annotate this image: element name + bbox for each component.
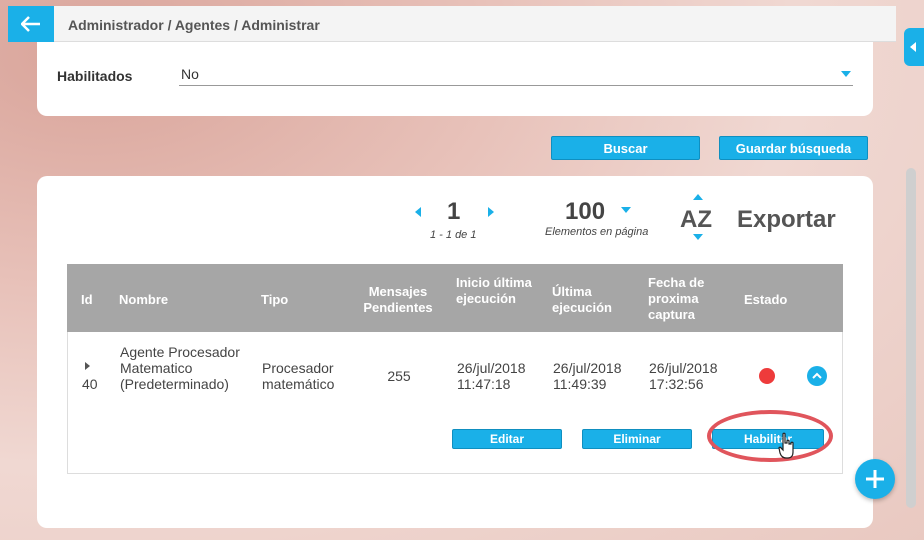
column-header-name[interactable]: Nombre xyxy=(119,292,168,308)
search-button[interactable]: Buscar xyxy=(551,136,700,160)
column-header-type[interactable]: Tipo xyxy=(261,292,288,308)
sort-desc-icon[interactable] xyxy=(693,234,703,240)
add-button[interactable] xyxy=(855,459,895,499)
status-indicator xyxy=(759,368,775,384)
scrollbar[interactable] xyxy=(906,168,916,508)
row-name: Agente Procesador Matematico (Predetermi… xyxy=(120,344,240,392)
chevron-down-icon xyxy=(841,71,851,77)
column-header-next-capture[interactable]: Fecha de proxima captura xyxy=(648,275,720,323)
current-page: 1 xyxy=(447,198,461,225)
arrow-left-icon xyxy=(21,16,40,32)
results-card: 1 1 - 1 de 1 100 Elementos en página AZ … xyxy=(37,176,873,528)
column-header-id[interactable]: Id xyxy=(81,292,93,308)
page-size-dropdown-icon[interactable] xyxy=(621,207,631,213)
back-button[interactable] xyxy=(8,6,54,42)
enabled-filter-select[interactable]: No xyxy=(179,66,853,86)
table-header: Id Nombre Tipo Mensajes Pendientes Inici… xyxy=(67,264,843,332)
edit-button[interactable]: Editar xyxy=(452,429,562,449)
hand-cursor-icon xyxy=(778,432,794,459)
chevron-up-icon xyxy=(812,372,822,379)
prev-page-icon[interactable] xyxy=(415,207,421,217)
side-panel-toggle[interactable] xyxy=(904,28,924,66)
column-header-status[interactable]: Estado xyxy=(744,292,787,308)
row-next-capture: 26/jul/2018 17:32:56 xyxy=(649,360,718,392)
column-header-last-exec[interactable]: Última ejecución xyxy=(552,284,632,316)
top-bar: Administrador / Agentes / Administrar xyxy=(8,6,896,42)
plus-icon xyxy=(866,470,884,488)
enabled-filter-value: No xyxy=(181,66,199,82)
filter-card: Habilitados No xyxy=(37,42,873,116)
row-id: 40 xyxy=(82,376,98,392)
column-header-start-last[interactable]: Inicio última ejecución xyxy=(456,275,534,307)
export-button[interactable]: Exportar xyxy=(737,206,836,234)
row-last-exec: 26/jul/2018 11:49:39 xyxy=(553,360,622,392)
page-range: 1 - 1 de 1 xyxy=(430,229,477,241)
save-search-button[interactable]: Guardar búsqueda xyxy=(719,136,868,160)
sort-button[interactable]: AZ xyxy=(680,206,712,234)
breadcrumb: Administrador / Agentes / Administrar xyxy=(68,17,320,33)
highlight-annotation xyxy=(707,410,833,462)
collapse-row-button[interactable] xyxy=(807,366,827,386)
row-pending: 255 xyxy=(387,368,411,384)
delete-button[interactable]: Eliminar xyxy=(582,429,692,449)
next-page-icon[interactable] xyxy=(488,207,494,217)
expand-row-icon[interactable] xyxy=(85,362,90,370)
row-type: Procesador matemático xyxy=(262,360,335,392)
sort-asc-icon[interactable] xyxy=(693,194,703,200)
page-size[interactable]: 100 xyxy=(565,198,605,226)
enabled-filter-label: Habilitados xyxy=(57,68,133,84)
page-size-label: Elementos en página xyxy=(545,226,649,238)
row-start-last: 26/jul/2018 11:47:18 xyxy=(457,360,526,392)
column-header-pending[interactable]: Mensajes Pendientes xyxy=(357,284,439,316)
